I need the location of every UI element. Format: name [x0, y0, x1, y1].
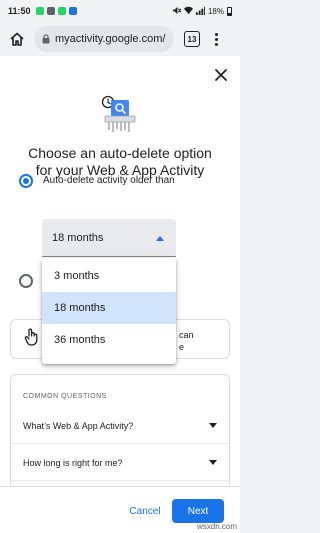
- auto-delete-period-select[interactable]: 18 months: [42, 219, 176, 257]
- hand-pointer-icon: [24, 328, 40, 351]
- chevron-down-icon: [209, 423, 217, 428]
- signal-icon: [195, 6, 205, 17]
- status-app-icons: [35, 7, 77, 15]
- shredder-clock-icon: [101, 95, 136, 132]
- menu-dot-icon: [214, 32, 218, 36]
- tip-text-fragment: e: [179, 342, 185, 352]
- tip-text-fragment: can: [179, 330, 194, 340]
- manual-delete-radio[interactable]: [19, 274, 33, 288]
- faq-item-label: What’s Web & App Activity?: [23, 420, 134, 431]
- faq-item-how-long[interactable]: How long is right for me?: [11, 445, 229, 481]
- dropdown-option-3-months[interactable]: 3 months: [42, 260, 176, 292]
- status-bar: 11:50 18%: [0, 0, 240, 22]
- period-dropdown-menu: 3 months 18 months 36 months: [42, 258, 176, 364]
- menu-dot-icon: [214, 42, 218, 46]
- caret-up-icon: [156, 236, 164, 241]
- next-button[interactable]: Next: [172, 499, 224, 523]
- home-button[interactable]: [6, 28, 28, 50]
- address-bar[interactable]: myactivity.google.com/: [34, 26, 174, 52]
- status-right: 18%: [172, 6, 232, 17]
- watermark: wsxdn.com: [196, 522, 237, 531]
- auto-delete-illustration: [100, 94, 140, 134]
- close-icon: [215, 69, 227, 81]
- battery-percent: 18%: [207, 6, 224, 16]
- browser-menu-button[interactable]: [208, 32, 224, 46]
- selected-period-value: 18 months: [52, 231, 104, 244]
- cancel-button[interactable]: Cancel: [122, 499, 168, 523]
- dropdown-option-36-months[interactable]: 36 months: [42, 324, 176, 356]
- auto-delete-radio[interactable]: [19, 174, 33, 188]
- battery-icon: [227, 6, 232, 16]
- menu-dot-icon: [214, 37, 218, 41]
- faq-item-label: How long is right for me?: [23, 457, 123, 468]
- faq-item-web-app-activity[interactable]: What’s Web & App Activity?: [11, 408, 229, 444]
- auto-delete-option-label: Auto-delete activity older than: [43, 175, 175, 186]
- app-notification-icon: [68, 7, 77, 15]
- common-questions-heading: COMMON QUESTIONS: [23, 393, 107, 400]
- dialog-title-line-1: Choose an auto-delete option: [28, 145, 212, 161]
- chevron-down-icon: [209, 460, 217, 465]
- dropdown-option-18-months[interactable]: 18 months: [42, 292, 176, 324]
- home-icon: [10, 32, 24, 46]
- browser-toolbar: myactivity.google.com/ 13: [0, 22, 240, 56]
- mute-icon: [172, 6, 182, 17]
- status-time: 11:50: [8, 6, 31, 16]
- lock-icon: [42, 34, 50, 44]
- close-button[interactable]: [214, 68, 228, 82]
- dialog-title: Choose an auto-delete option for your We…: [0, 145, 240, 179]
- app-notification-icon: [35, 7, 44, 15]
- app-notification-icon: [46, 7, 55, 15]
- wifi-icon: [183, 6, 193, 17]
- url-text: myactivity.google.com/: [55, 33, 166, 45]
- app-notification-icon: [57, 7, 66, 15]
- tab-switcher-button[interactable]: 13: [184, 31, 200, 47]
